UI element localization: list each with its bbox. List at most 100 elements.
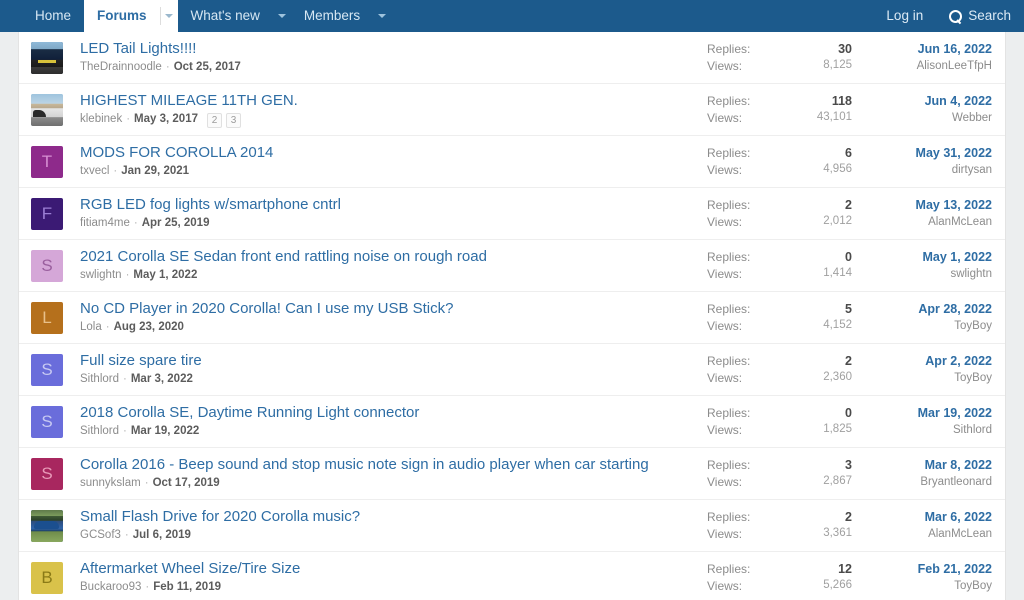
- chevron-down-glyph: [164, 14, 173, 18]
- views-count: 2,867: [823, 474, 852, 487]
- last-post-date-link[interactable]: Mar 19, 2022: [852, 405, 992, 422]
- thread-title-link[interactable]: Small Flash Drive for 2020 Corolla music…: [80, 508, 360, 525]
- last-post-date-link[interactable]: Feb 21, 2022: [852, 561, 992, 578]
- avatar[interactable]: S: [31, 457, 63, 490]
- avatar[interactable]: [31, 41, 63, 74]
- thread-title-link[interactable]: Aftermarket Wheel Size/Tire Size: [80, 560, 300, 577]
- replies-count: 0: [845, 405, 852, 420]
- thread-start-date: Oct 17, 2019: [152, 477, 220, 490]
- thread-row[interactable]: S Corolla 2016 - Beep sound and stop musi…: [19, 448, 1005, 500]
- nav-item-forums[interactable]: Forums: [84, 0, 160, 32]
- thread-title-link[interactable]: 2018 Corolla SE, Daytime Running Light c…: [80, 404, 419, 421]
- chevron-down-icon[interactable]: [373, 0, 391, 32]
- chevron-down-icon[interactable]: [273, 0, 291, 32]
- avatar-initial: B: [41, 568, 53, 587]
- thread-row[interactable]: S Full size spare tire Sithlord · Mar 3, 202…: [19, 344, 1005, 396]
- thread-author-link[interactable]: TheDrainnoodle: [80, 61, 162, 75]
- thread-row[interactable]: F RGB LED fog lights w/smartphone cntrl fi…: [19, 188, 1005, 240]
- avatar[interactable]: B: [31, 561, 63, 594]
- last-post-date-link[interactable]: May 13, 2022: [852, 197, 992, 214]
- avatar[interactable]: L: [31, 301, 63, 334]
- thread-row[interactable]: L No CD Player in 2020 Corolla! Can I use…: [19, 292, 1005, 344]
- thread-title-link[interactable]: 2021 Corolla SE Sedan front end rattling…: [80, 248, 487, 265]
- page-badge[interactable]: 2: [206, 112, 222, 128]
- avatar[interactable]: [31, 509, 63, 542]
- thread-author-link[interactable]: Buckaroo93: [80, 581, 141, 595]
- last-post-date-link[interactable]: Apr 28, 2022: [852, 301, 992, 318]
- thread-list: LED Tail Lights!!!! TheDrainnoodle · Oct 25…: [18, 32, 1006, 600]
- thread-row[interactable]: S 2021 Corolla SE Sedan front end rattlin…: [19, 240, 1005, 292]
- thread-author-link[interactable]: Lola: [80, 321, 102, 335]
- last-post-user-link[interactable]: AlisonLeeTfpH: [852, 59, 992, 75]
- thread-row[interactable]: B Aftermarket Wheel Size/Tire Size Buckaro…: [19, 552, 1005, 600]
- login-link[interactable]: Log in: [873, 0, 936, 32]
- nav-item-members[interactable]: Members: [291, 0, 373, 32]
- thread-last-post: May 13, 2022 AlanMcLean: [852, 197, 992, 230]
- thread-author-link[interactable]: Sithlord: [80, 425, 119, 439]
- thread-last-post: Jun 16, 2022 AlisonLeeTfpH: [852, 41, 992, 74]
- views-count: 1,825: [823, 422, 852, 435]
- chevron-down-icon[interactable]: [159, 0, 178, 32]
- thread-title-link[interactable]: HIGHEST MILEAGE 11TH GEN.: [80, 92, 298, 109]
- thread-author-link[interactable]: sunnykslam: [80, 477, 141, 491]
- last-post-date-link[interactable]: Mar 8, 2022: [852, 457, 992, 474]
- thread-author-link[interactable]: txvecl: [80, 165, 109, 179]
- last-post-user-link[interactable]: AlanMcLean: [852, 527, 992, 543]
- thread-info: MODS FOR COROLLA 2014 txvecl · Jan 29, 2021: [63, 144, 707, 179]
- last-post-date-link[interactable]: Jun 16, 2022: [852, 41, 992, 58]
- thread-row[interactable]: S 2018 Corolla SE, Daytime Running Light …: [19, 396, 1005, 448]
- thread-row[interactable]: Small Flash Drive for 2020 Corolla music…: [19, 500, 1005, 552]
- thread-author-link[interactable]: Sithlord: [80, 373, 119, 387]
- thread-title-link[interactable]: Full size spare tire: [80, 352, 202, 369]
- search-button[interactable]: Search: [936, 0, 1024, 32]
- thread-title-link[interactable]: MODS FOR COROLLA 2014: [80, 144, 273, 161]
- last-post-date-link[interactable]: Apr 2, 2022: [852, 353, 992, 370]
- thread-title-link[interactable]: Corolla 2016 - Beep sound and stop music…: [80, 456, 649, 473]
- thread-row[interactable]: HIGHEST MILEAGE 11TH GEN. klebinek · May 3,…: [19, 84, 1005, 136]
- avatar[interactable]: [31, 93, 63, 126]
- last-post-user-link[interactable]: ToyBoy: [852, 319, 992, 335]
- avatar[interactable]: S: [31, 353, 63, 386]
- thread-author-link[interactable]: fitiam4me: [80, 217, 130, 231]
- nav-item-what-s-new[interactable]: What's new: [178, 0, 273, 32]
- replies-label: Replies:: [707, 561, 751, 576]
- last-post-user-link[interactable]: Bryantleonard: [852, 475, 992, 491]
- avatar[interactable]: S: [31, 405, 63, 438]
- thread-row[interactable]: LED Tail Lights!!!! TheDrainnoodle · Oct 25…: [19, 32, 1005, 84]
- avatar[interactable]: T: [31, 145, 63, 178]
- last-post-date-link[interactable]: May 31, 2022: [852, 145, 992, 162]
- thread-title-link[interactable]: LED Tail Lights!!!!: [80, 40, 196, 57]
- meta-separator: ·: [113, 165, 118, 178]
- last-post-user-link[interactable]: Sithlord: [852, 423, 992, 439]
- last-post-user-link[interactable]: AlanMcLean: [852, 215, 992, 231]
- last-post-date-link[interactable]: Jun 4, 2022: [852, 93, 992, 110]
- views-label: Views:: [707, 474, 743, 489]
- thread-author-link[interactable]: swlightn: [80, 269, 122, 283]
- avatar[interactable]: S: [31, 249, 63, 282]
- nav-group-home: Home: [22, 0, 84, 32]
- meta-separator: ·: [126, 113, 131, 126]
- thread-author-link[interactable]: klebinek: [80, 113, 122, 127]
- last-post-date-link[interactable]: May 1, 2022: [852, 249, 993, 266]
- thread-last-post: May 31, 2022 dirtysan: [852, 145, 992, 178]
- thread-info: LED Tail Lights!!!! TheDrainnoodle · Oct 25…: [63, 40, 707, 75]
- thread-title-link[interactable]: RGB LED fog lights w/smartphone cntrl: [80, 196, 341, 213]
- last-post-user-link[interactable]: swlightn: [852, 267, 992, 283]
- page-badge[interactable]: 3: [225, 112, 241, 128]
- thread-start-date: Aug 23, 2020: [113, 321, 184, 334]
- avatar[interactable]: F: [31, 197, 63, 230]
- nav-item-home[interactable]: Home: [22, 0, 84, 32]
- replies-label: Replies:: [707, 249, 751, 264]
- thread-meta: Sithlord · Mar 3, 2022: [80, 373, 697, 387]
- last-post-user-link[interactable]: Webber: [852, 111, 992, 127]
- avatar-initial: S: [41, 464, 53, 483]
- thread-row[interactable]: T MODS FOR COROLLA 2014 txvecl · Jan 29, 202…: [19, 136, 1005, 188]
- last-post-user-link[interactable]: ToyBoy: [852, 371, 992, 387]
- avatar-photo: [31, 509, 63, 542]
- last-post-user-link[interactable]: dirtysan: [852, 163, 992, 179]
- last-post-date-link[interactable]: Mar 6, 2022: [852, 509, 992, 526]
- last-post-user-link[interactable]: ToyBoy: [852, 579, 992, 595]
- replies-label: Replies:: [707, 509, 751, 524]
- thread-title-link[interactable]: No CD Player in 2020 Corolla! Can I use …: [80, 300, 453, 317]
- thread-author-link[interactable]: GCSof3: [80, 529, 121, 543]
